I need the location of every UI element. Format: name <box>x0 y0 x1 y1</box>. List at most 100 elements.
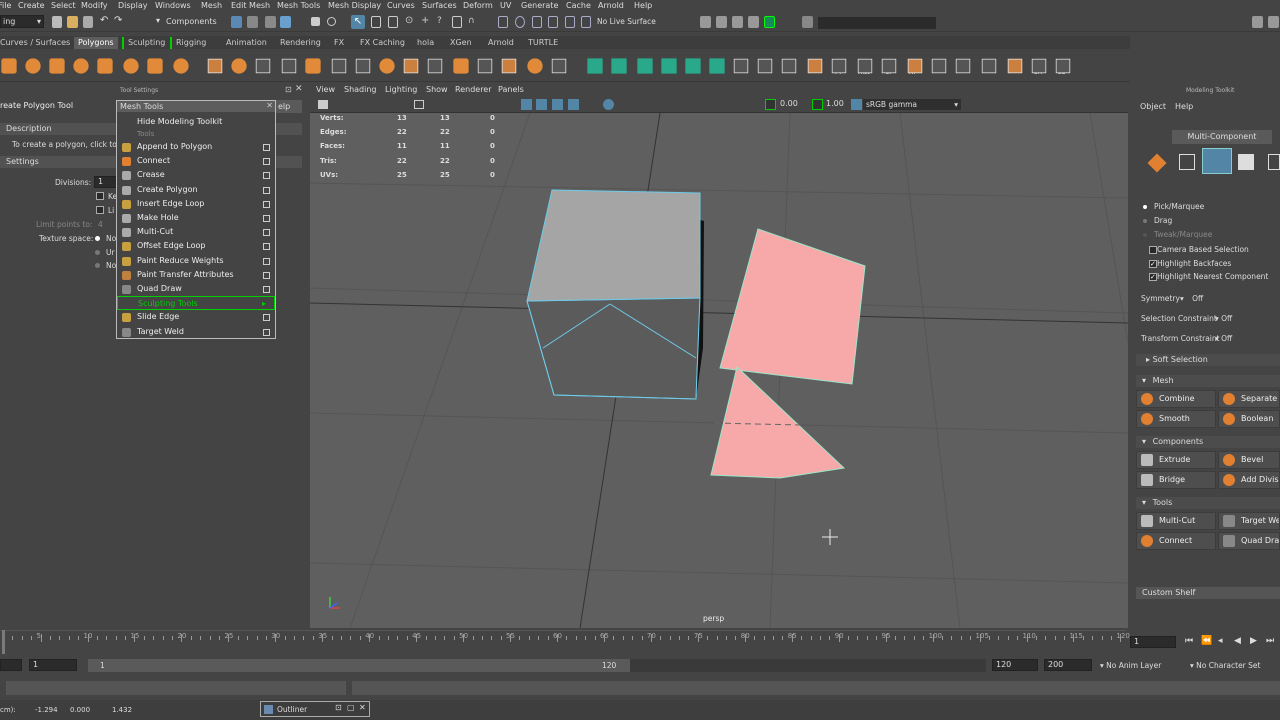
move-tool-icon[interactable]: ⊙ <box>405 16 415 28</box>
shelf-tool-icon[interactable] <box>147 58 163 74</box>
option-box[interactable] <box>263 286 270 293</box>
radio-normalize[interactable] <box>95 236 100 241</box>
checkbox-label[interactable]: Highlight Backfaces <box>1157 259 1231 268</box>
help-question-icon[interactable]: ? <box>437 16 447 28</box>
snap-live-icon[interactable] <box>581 16 591 28</box>
shelf-tool-icon[interactable] <box>403 58 419 74</box>
menu-deform[interactable]: Deform <box>463 1 493 10</box>
play-back-icon[interactable]: ◀ <box>1234 636 1241 646</box>
timeline-track[interactable] <box>0 630 1126 654</box>
menu-modify[interactable]: Modify <box>81 1 108 10</box>
shelf-tool-icon[interactable] <box>453 58 469 74</box>
checkbox-label[interactable]: Camera Based Selection <box>1157 245 1249 254</box>
range-slider[interactable]: 1 120 <box>88 659 630 672</box>
shelf-tool-icon[interactable] <box>231 58 247 74</box>
shelf-tool-icon[interactable] <box>207 58 223 74</box>
panel-menu-lighting[interactable]: Lighting <box>385 85 417 94</box>
checkbox-label[interactable]: Highlight Nearest Component <box>1157 272 1268 281</box>
shelf-tool-icon[interactable] <box>831 58 847 74</box>
shelf-tool-icon[interactable] <box>255 58 271 74</box>
shelf-tool-icon[interactable] <box>931 58 947 74</box>
shelf-tool-icon[interactable] <box>1031 58 1047 74</box>
render-frame-icon[interactable] <box>700 16 711 28</box>
menu-select[interactable]: Select <box>51 1 76 10</box>
mesh-tool-target-weld[interactable]: Target Weld <box>117 325 275 339</box>
shelf-tool-icon[interactable] <box>907 58 923 74</box>
option-box[interactable] <box>263 215 270 222</box>
render-seq-icon[interactable] <box>716 16 727 28</box>
shelf-tool-icon[interactable] <box>781 58 797 74</box>
mel-input[interactable] <box>6 681 346 695</box>
shelf-tool-icon[interactable] <box>331 58 347 74</box>
panel-menu-view[interactable]: View <box>316 85 335 94</box>
symmetry-dropdown[interactable]: ▾ Off <box>1180 294 1220 303</box>
object-mode-icon[interactable] <box>231 16 242 28</box>
shelf-tool-icon[interactable] <box>281 58 297 74</box>
character-set-dropdown[interactable]: ▾ No Character Set <box>1190 661 1280 670</box>
panel-menu-renderer[interactable]: Renderer <box>455 85 492 94</box>
paint-select-icon[interactable] <box>388 16 398 28</box>
grid-toggle-icon[interactable] <box>414 100 424 109</box>
menu-help[interactable]: Help <box>1175 102 1193 111</box>
add-divisions-button[interactable]: Add Divisi <box>1218 471 1280 489</box>
panel-menu-show[interactable]: Show <box>426 85 448 94</box>
mesh-tool-create-polygon[interactable]: Create Polygon <box>117 183 275 197</box>
snap-view-icon[interactable] <box>548 16 558 28</box>
shelf-tool-icon[interactable] <box>637 58 653 74</box>
shelf-tool-icon[interactable] <box>661 58 677 74</box>
shelf-tab-animation[interactable]: Animation <box>222 37 271 49</box>
redo-icon[interactable]: ↷ <box>114 16 126 28</box>
maximize-icon[interactable]: ▢ <box>347 703 355 712</box>
select-tool-icon[interactable]: ↖ <box>351 15 365 29</box>
menu-mesh-tools[interactable]: Mesh Tools <box>277 1 320 10</box>
layout-icon-2[interactable] <box>1268 16 1279 28</box>
menu-generate[interactable]: Generate <box>521 1 558 10</box>
scene-start-field[interactable] <box>0 659 22 671</box>
camera-icon[interactable] <box>318 100 328 109</box>
live-surface-label[interactable]: No Live Surface <box>597 17 667 28</box>
shelf-tool-icon[interactable] <box>173 58 189 74</box>
wireframe-icon[interactable] <box>521 99 532 110</box>
mesh-tool-paint-reduce-weights[interactable]: Paint Reduce Weights <box>117 254 275 268</box>
shelf-tool-icon[interactable] <box>477 58 493 74</box>
shelf-tool-icon[interactable] <box>501 58 517 74</box>
outliner-minimized-window[interactable]: Outliner ⊡ ▢ ✕ <box>260 701 370 717</box>
option-box[interactable] <box>263 186 270 194</box>
menu-create[interactable]: Create <box>18 1 45 10</box>
limit-checkbox[interactable] <box>96 206 104 214</box>
shelf-tool-icon[interactable] <box>305 58 321 74</box>
face-mode-icon[interactable] <box>1238 154 1254 170</box>
shelf-tool-icon[interactable] <box>1055 58 1071 74</box>
texture-opt-2[interactable]: Ur <box>106 248 115 257</box>
mesh-tool-append-to-polygon[interactable]: Append to Polygon <box>117 140 275 154</box>
shelf-tool-icon[interactable] <box>757 58 773 74</box>
shelf-tab-polygons[interactable]: Polygons <box>74 37 118 49</box>
close-icon[interactable]: ✕ <box>295 84 303 94</box>
multi-cut-button[interactable]: Multi-Cut <box>1136 512 1216 530</box>
shelf-tool-icon[interactable] <box>733 58 749 74</box>
pick-marquee-label[interactable]: Pick/Marquee <box>1154 202 1204 211</box>
shelf-tool-icon[interactable] <box>611 58 627 74</box>
boolean-button[interactable]: Boolean <box>1218 410 1280 428</box>
snap-point-icon[interactable] <box>532 16 542 28</box>
shelf-tool-icon[interactable] <box>379 58 395 74</box>
menu-curves[interactable]: Curves <box>387 1 415 10</box>
shelf-tool-icon[interactable] <box>955 58 971 74</box>
uv-mode-icon[interactable] <box>1268 154 1280 170</box>
mesh-tool-insert-edge-loop[interactable]: Insert Edge Loop <box>117 197 275 211</box>
mesh-header[interactable]: ▾ Mesh <box>1136 375 1280 387</box>
anim-layer-dropdown[interactable]: ▾ No Anim Layer <box>1100 661 1188 670</box>
pivot-icon[interactable] <box>327 17 336 26</box>
hide-modeling-toolkit[interactable]: Hide Modeling Toolkit <box>117 115 275 129</box>
shelf-tool-icon[interactable] <box>123 58 139 74</box>
goto-start-icon[interactable]: ⏮ <box>1185 636 1193 646</box>
option-box[interactable] <box>263 172 270 180</box>
time-slider[interactable]: 5 10 15 20 25 30 35 40 45 50 55 60 65 70 75 80 85 90 95 100… <box>0 630 1280 656</box>
scene-end-field[interactable]: 200 <box>1044 659 1092 671</box>
components-header[interactable]: ▾ Components <box>1136 436 1280 448</box>
mesh-tool-sculpting-tools[interactable]: Sculpting Tools ▸ <box>117 296 275 311</box>
menu-file[interactable]: File <box>0 1 11 10</box>
radio-pick-marquee[interactable] <box>1143 205 1147 209</box>
lighting-icon[interactable] <box>568 99 579 110</box>
goto-end-icon[interactable]: ⏭ <box>1266 636 1274 646</box>
